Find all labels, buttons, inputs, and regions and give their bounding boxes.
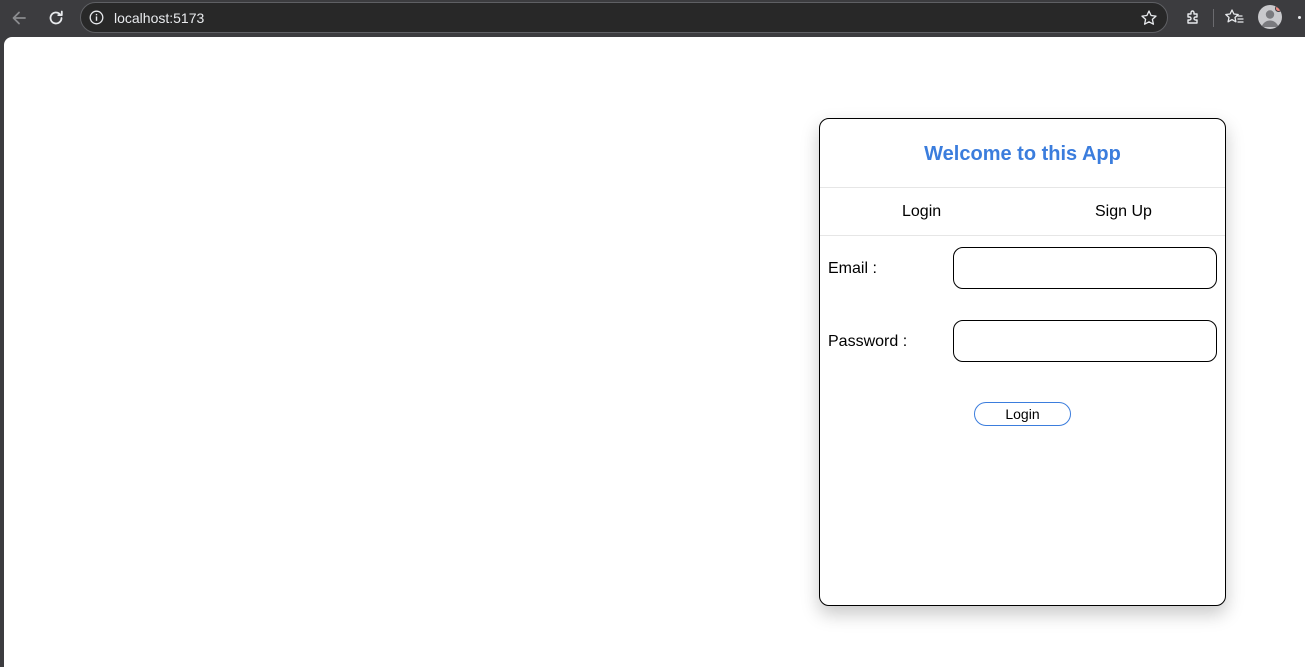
toolbar-divider	[1213, 9, 1214, 27]
notification-dot	[1275, 5, 1282, 12]
password-field[interactable]	[953, 320, 1217, 362]
star-icon[interactable]	[1140, 9, 1158, 27]
back-arrow-icon	[12, 11, 26, 25]
favorites-icon	[1225, 9, 1244, 23]
title-divider	[820, 187, 1225, 188]
address-bar[interactable]: localhost:5173	[80, 2, 1168, 33]
tab-sign-up[interactable]: Sign Up	[1095, 203, 1152, 221]
page-title: Welcome to this App	[924, 143, 1121, 165]
favorites-button[interactable]	[1223, 6, 1245, 28]
tab-login[interactable]: Login	[902, 203, 941, 221]
extensions-button[interactable]	[1182, 6, 1204, 28]
reload-button[interactable]	[43, 5, 69, 31]
more-icon[interactable]	[1298, 16, 1301, 19]
url-text: localhost:5173	[114, 10, 205, 26]
reload-icon	[49, 10, 63, 25]
site-info-icon[interactable]	[89, 10, 104, 25]
back-button[interactable]	[6, 5, 32, 31]
auth-card: Welcome to this App Login Sign Up Email …	[819, 118, 1226, 606]
avatar[interactable]	[1258, 5, 1282, 29]
password-label: Password :	[828, 333, 908, 350]
browser-toolbar: localhost:5173	[0, 0, 1305, 36]
login-button[interactable]: Login	[974, 402, 1071, 426]
email-label: Email :	[828, 260, 877, 277]
tabs-divider	[820, 235, 1225, 236]
email-field[interactable]	[953, 247, 1217, 289]
puzzle-icon	[1187, 10, 1198, 24]
